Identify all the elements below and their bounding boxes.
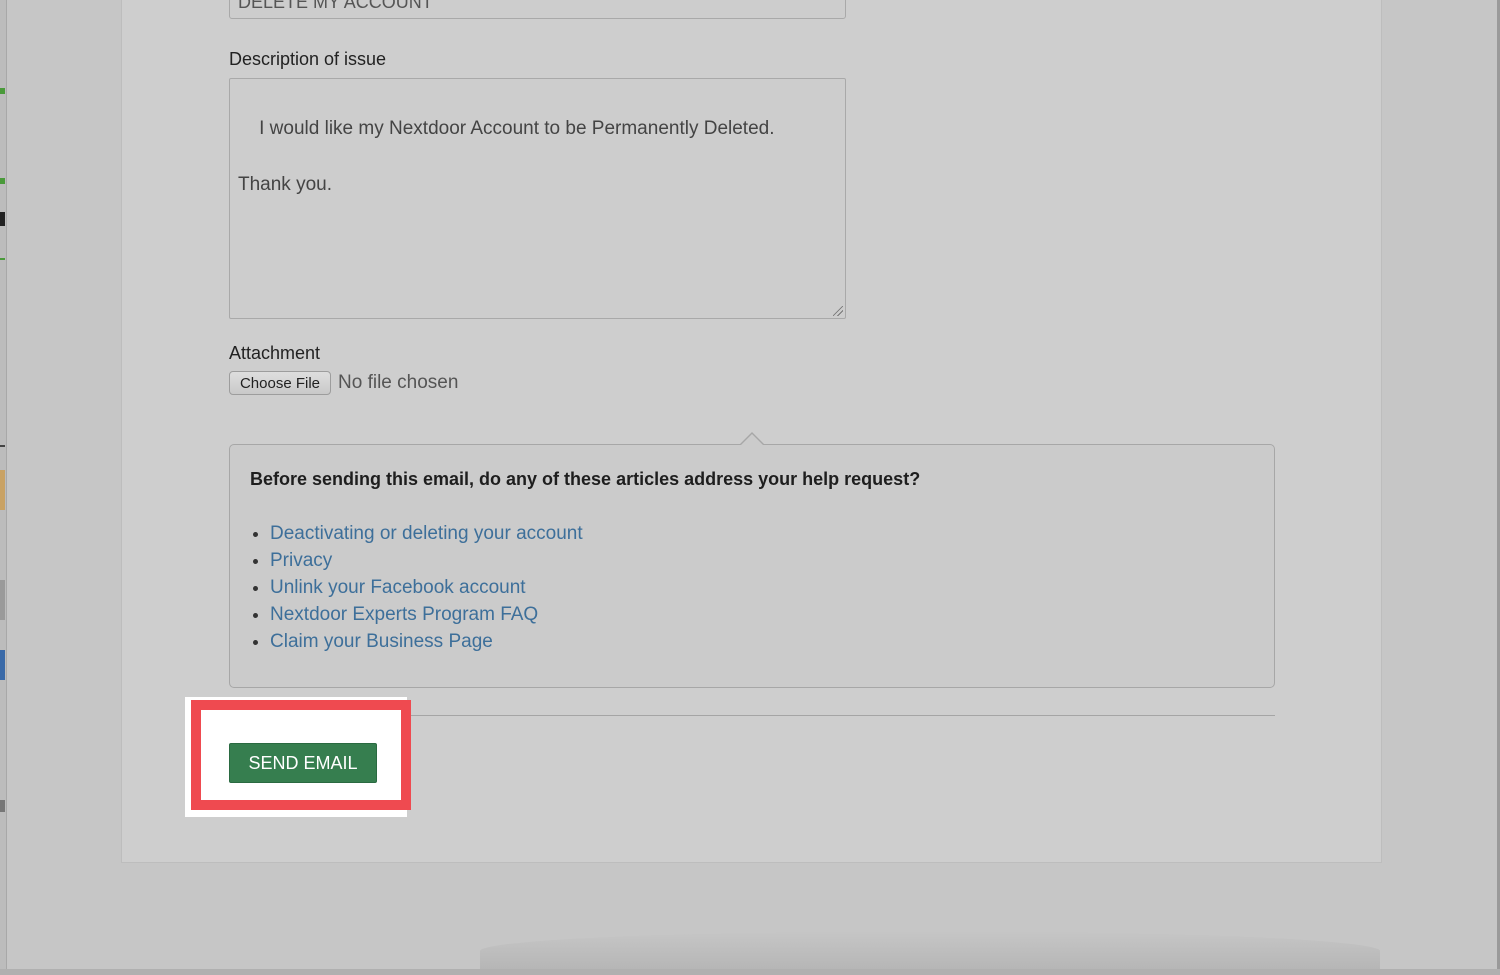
article-link-experts-faq[interactable]: Nextdoor Experts Program FAQ (270, 604, 538, 625)
callout-arrow-inner (741, 434, 763, 445)
edge-marker (0, 800, 5, 812)
edge-marker (0, 88, 5, 94)
edge-marker (0, 212, 5, 226)
file-status-text: No file chosen (338, 372, 459, 393)
list-item: Unlink your Facebook account (270, 574, 583, 601)
page: DELETE MY ACCOUNT Description of issue I… (0, 0, 1500, 975)
list-item: Deactivating or deleting your account (270, 520, 583, 547)
description-text: I would like my Nextdoor Account to be P… (238, 118, 775, 195)
edge-marker (0, 445, 5, 447)
send-email-button[interactable]: SEND EMAIL (229, 743, 377, 783)
resize-grip-icon[interactable] (833, 306, 843, 316)
list-item: Privacy (270, 547, 583, 574)
article-link-deactivating[interactable]: Deactivating or deleting your account (270, 523, 583, 544)
article-link-privacy[interactable]: Privacy (270, 550, 332, 571)
edge-marker (0, 470, 5, 510)
bottom-shadow (480, 931, 1380, 971)
subject-input[interactable]: DELETE MY ACCOUNT (229, 0, 846, 19)
description-label: Description of issue (229, 49, 387, 69)
left-window-edge (0, 0, 7, 975)
edge-marker (0, 580, 5, 620)
articles-list: Deactivating or deleting your account Pr… (250, 520, 583, 655)
article-link-business-page[interactable]: Claim your Business Page (270, 631, 493, 652)
list-item: Nextdoor Experts Program FAQ (270, 601, 583, 628)
edge-marker (0, 258, 5, 260)
suggested-articles-box: Before sending this email, do any of the… (229, 444, 1275, 688)
article-link-unlink-facebook[interactable]: Unlink your Facebook account (270, 577, 526, 598)
articles-title: Before sending this email, do any of the… (250, 469, 921, 489)
description-textarea[interactable]: I would like my Nextdoor Account to be P… (229, 78, 846, 319)
choose-file-button[interactable]: Choose File (229, 371, 331, 395)
attachment-label: Attachment (229, 343, 321, 363)
edge-marker (0, 178, 5, 184)
edge-marker (0, 650, 5, 680)
bottom-window-edge (0, 969, 1500, 975)
list-item: Claim your Business Page (270, 628, 583, 655)
